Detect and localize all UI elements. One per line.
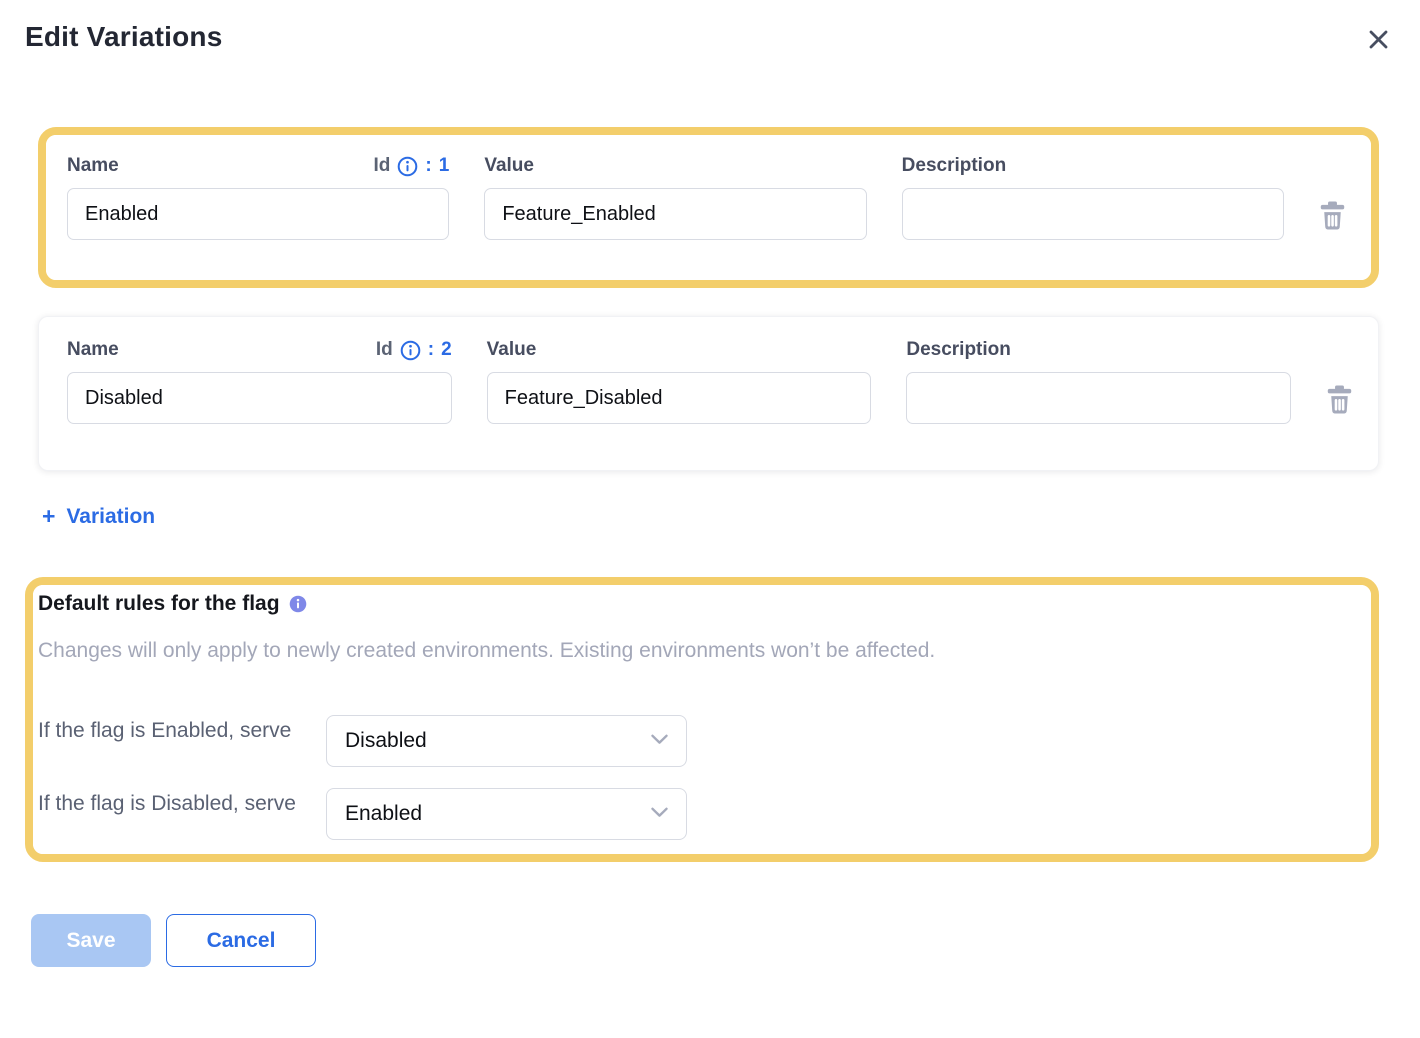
variation-name-input[interactable] xyxy=(67,372,452,424)
close-button[interactable] xyxy=(1363,24,1394,55)
rule-label: If the flag is Disabled, serve xyxy=(38,788,326,819)
name-label: Name xyxy=(67,155,119,177)
variation-value-input[interactable] xyxy=(484,188,866,240)
name-field-group: Name Id : 1 xyxy=(67,153,449,240)
dialog-header: Edit Variations xyxy=(0,0,1420,55)
variation-description-input[interactable] xyxy=(902,188,1284,240)
chevron-down-icon xyxy=(651,732,668,750)
value-field-group: Value xyxy=(487,337,872,424)
trash-icon xyxy=(1326,402,1353,417)
default-rules-section: Default rules for the flag Changes will … xyxy=(33,585,1371,854)
info-badge-icon[interactable] xyxy=(289,595,307,613)
default-rules-highlight: Default rules for the flag Changes will … xyxy=(25,577,1379,862)
variation-row-1-highlight: Name Id : 1 Value Description xyxy=(38,127,1379,288)
chevron-down-icon xyxy=(651,805,668,823)
rule-label: If the flag is Enabled, serve xyxy=(38,715,326,746)
rule-row-enabled: If the flag is Enabled, serve Disabled xyxy=(38,715,1351,767)
select-value: Disabled xyxy=(345,729,427,753)
delete-column xyxy=(1319,153,1347,240)
value-label: Value xyxy=(487,339,537,361)
add-variation-label: Variation xyxy=(66,505,155,529)
page-title: Edit Variations xyxy=(25,21,223,53)
default-rules-list: If the flag is Enabled, serve Disabled I… xyxy=(38,715,1351,840)
default-rules-title: Default rules for the flag xyxy=(38,592,280,616)
info-icon[interactable] xyxy=(400,340,421,361)
add-variation-button[interactable]: + Variation xyxy=(42,503,155,530)
id-separator: : xyxy=(428,339,434,361)
rule-row-disabled: If the flag is Disabled, serve Enabled xyxy=(38,788,1351,840)
info-icon[interactable] xyxy=(397,156,418,177)
value-field-group: Value xyxy=(484,153,866,240)
serve-when-enabled-select[interactable]: Disabled xyxy=(326,715,687,767)
variation-value-input[interactable] xyxy=(487,372,872,424)
serve-when-disabled-select[interactable]: Enabled xyxy=(326,788,687,840)
variation-name-input[interactable] xyxy=(67,188,449,240)
id-label: Id xyxy=(376,339,393,361)
select-value: Enabled xyxy=(345,802,422,826)
variation-card-2: Name Id : 2 Value Description xyxy=(38,316,1379,471)
variation-description-input[interactable] xyxy=(906,372,1291,424)
variation-id-group: Id : 2 xyxy=(376,339,452,361)
description-label: Description xyxy=(902,155,1007,177)
description-field-group: Description xyxy=(902,153,1284,240)
close-icon xyxy=(1367,39,1390,54)
plus-icon: + xyxy=(42,503,55,530)
name-field-group: Name Id : 2 xyxy=(67,337,452,424)
delete-column xyxy=(1326,337,1354,424)
id-separator: : xyxy=(425,155,431,177)
trash-icon xyxy=(1319,218,1346,233)
save-button[interactable]: Save xyxy=(31,914,151,967)
cancel-button[interactable]: Cancel xyxy=(166,914,316,967)
id-value: 1 xyxy=(439,155,450,177)
name-label: Name xyxy=(67,339,119,361)
delete-variation-button[interactable] xyxy=(1326,385,1353,414)
variation-card-1: Name Id : 1 Value Description xyxy=(46,135,1371,280)
default-rules-note: Changes will only apply to newly created… xyxy=(38,639,1351,663)
variation-id-group: Id : 1 xyxy=(374,155,450,177)
delete-variation-button[interactable] xyxy=(1319,201,1346,230)
value-label: Value xyxy=(484,155,534,177)
description-field-group: Description xyxy=(906,337,1291,424)
dialog-footer: Save Cancel xyxy=(31,914,1420,967)
description-label: Description xyxy=(906,339,1011,361)
id-value: 2 xyxy=(441,339,452,361)
id-label: Id xyxy=(374,155,391,177)
